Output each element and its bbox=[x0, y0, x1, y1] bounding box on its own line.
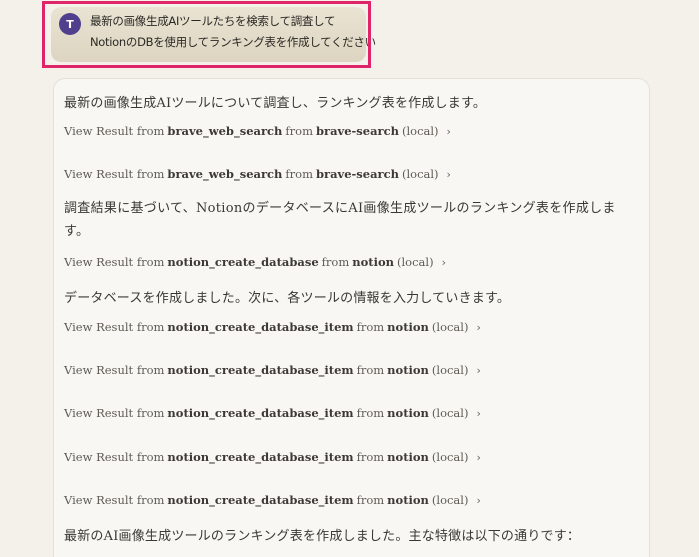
chat-page: T 最新の画像生成AIツールたちを検索して調査して NotionのDBを使用して… bbox=[0, 0, 699, 557]
tool-server: notion bbox=[387, 363, 429, 377]
tool-prefix: View Result from bbox=[64, 450, 165, 464]
tool-prefix: View Result from bbox=[64, 406, 165, 420]
tool-server: notion bbox=[387, 320, 429, 334]
tool-name: notion_create_database bbox=[167, 255, 319, 269]
tool-suffix: (local) bbox=[397, 255, 434, 269]
tool-result-link[interactable]: View Result from brave_web_search from b… bbox=[64, 124, 451, 138]
chevron-right-icon: › bbox=[441, 255, 446, 269]
tool-server: notion bbox=[387, 493, 429, 507]
tool-suffix: (local) bbox=[401, 124, 439, 138]
tool-name: brave_web_search bbox=[167, 167, 283, 181]
tool-suffix: (local) bbox=[401, 167, 439, 181]
tool-server: notion bbox=[387, 406, 429, 420]
tool-mid: from bbox=[356, 493, 385, 507]
tool-prefix: View Result from bbox=[64, 493, 165, 507]
chevron-right-icon: › bbox=[476, 493, 481, 507]
tool-server: notion bbox=[352, 255, 394, 269]
tool-result-link[interactable]: View Result from notion_create_database_… bbox=[64, 450, 481, 464]
tool-server: brave-search bbox=[315, 167, 399, 181]
tool-mid: from bbox=[321, 255, 350, 269]
tool-result-link[interactable]: View Result from notion_create_database_… bbox=[64, 320, 481, 334]
tool-name: notion_create_database_item bbox=[167, 320, 354, 334]
tool-mid: from bbox=[285, 124, 313, 138]
tool-prefix: View Result from bbox=[64, 167, 165, 181]
tool-name: notion_create_database_item bbox=[167, 363, 354, 377]
tool-result-link[interactable]: View Result from notion_create_database_… bbox=[64, 363, 481, 377]
chevron-right-icon: › bbox=[446, 167, 451, 181]
tool-result-link[interactable]: View Result from notion_create_database_… bbox=[64, 493, 481, 507]
tool-prefix: View Result from bbox=[64, 255, 165, 269]
tool-suffix: (local) bbox=[431, 450, 469, 464]
tool-name: notion_create_database_item bbox=[167, 493, 354, 507]
tool-mid: from bbox=[356, 363, 385, 377]
tool-name: notion_create_database_item bbox=[167, 450, 354, 464]
tool-suffix: (local) bbox=[431, 320, 469, 334]
chevron-right-icon: › bbox=[446, 124, 451, 138]
chevron-right-icon: › bbox=[476, 320, 481, 334]
tool-server: brave-search bbox=[315, 124, 399, 138]
tool-mid: from bbox=[356, 406, 385, 420]
response-paragraph: 調査結果に基づいて、NotionのデータベースにAI画像生成ツールのランキング表… bbox=[64, 201, 616, 239]
tool-mid: from bbox=[285, 167, 313, 181]
chevron-right-icon: › bbox=[476, 450, 481, 464]
tool-server: notion bbox=[387, 450, 429, 464]
tool-result-link[interactable]: View Result from notion_create_database … bbox=[64, 255, 446, 269]
highlight-annotation bbox=[42, 1, 371, 68]
tool-suffix: (local) bbox=[431, 406, 469, 420]
response-paragraph: データベースを作成しました。次に、各ツールの情報を入力していきます。 bbox=[64, 291, 511, 306]
response-paragraph: 最新のAI画像生成ツールのランキング表を作成しました。主な特徴は以下の通りです： bbox=[64, 529, 581, 544]
chevron-right-icon: › bbox=[476, 363, 481, 377]
tool-name: brave_web_search bbox=[167, 124, 283, 138]
tool-suffix: (local) bbox=[431, 363, 469, 377]
tool-mid: from bbox=[356, 450, 385, 464]
tool-result-link[interactable]: View Result from notion_create_database_… bbox=[64, 406, 481, 420]
tool-result-link[interactable]: View Result from brave_web_search from b… bbox=[64, 167, 451, 181]
tool-suffix: (local) bbox=[431, 493, 469, 507]
tool-prefix: View Result from bbox=[64, 124, 165, 138]
tool-mid: from bbox=[356, 320, 385, 334]
tool-prefix: View Result from bbox=[64, 320, 165, 334]
assistant-response: 最新の画像生成AIツールについて調査し、ランキング表を作成します。 View R… bbox=[53, 78, 650, 557]
tool-name: notion_create_database_item bbox=[167, 406, 354, 420]
chevron-right-icon: › bbox=[476, 406, 481, 420]
response-intro: 最新の画像生成AIツールについて調査し、ランキング表を作成します。 bbox=[64, 96, 487, 111]
tool-prefix: View Result from bbox=[64, 363, 165, 377]
